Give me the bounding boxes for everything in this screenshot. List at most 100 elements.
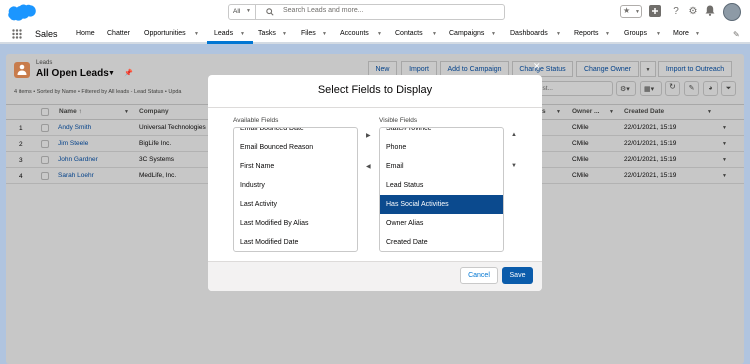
row-actions-chevron-icon[interactable]: ▼ [722, 125, 727, 131]
move-up-arrow-icon[interactable]: ▲ [511, 132, 517, 138]
visible-field-option-selected[interactable]: Has Social Activities [380, 195, 503, 214]
row-number: 2 [19, 141, 23, 148]
nav-item-files[interactable]: Files [301, 30, 316, 37]
more-actions-button[interactable]: ▼ [640, 61, 656, 77]
available-field-option[interactable]: First Name [234, 157, 357, 176]
visible-field-option[interactable]: Lead Status [380, 176, 503, 195]
chevron-down-icon[interactable]: ▼ [282, 31, 287, 37]
nav-item-campaigns[interactable]: Campaigns [449, 30, 484, 37]
chevron-down-icon[interactable]: ▼ [194, 31, 199, 37]
close-icon[interactable]: ✕ [533, 61, 541, 72]
chevron-down-icon[interactable]: ▼ [656, 31, 661, 37]
list-search-input[interactable]: ist... [537, 81, 613, 96]
nav-item-contacts[interactable]: Contacts [395, 30, 423, 37]
change-owner-button[interactable]: Change Owner [576, 61, 639, 77]
refresh-icon[interactable]: ↻ [665, 81, 680, 96]
chevron-down-icon[interactable]: ▼ [695, 31, 700, 37]
column-header-owner[interactable]: Owner ... [572, 108, 599, 115]
row-actions-chevron-icon[interactable]: ▼ [722, 173, 727, 179]
nav-item-home[interactable]: Home [76, 30, 95, 37]
notifications-bell-icon[interactable] [703, 5, 717, 19]
row-checkbox[interactable] [41, 124, 49, 132]
display-as-table-icon[interactable]: ▦▾ [640, 81, 662, 96]
search-scope-select[interactable]: All ▼ [229, 5, 256, 19]
visible-fields-label: Visible Fields [379, 117, 418, 124]
row-actions-chevron-icon[interactable]: ▼ [722, 157, 727, 163]
select-all-checkbox[interactable] [41, 108, 49, 116]
move-down-arrow-icon[interactable]: ▼ [511, 163, 517, 169]
global-actions-icon[interactable] [648, 5, 662, 19]
user-avatar[interactable] [723, 3, 741, 21]
search-input[interactable]: Search Leads and more... [283, 7, 364, 14]
lead-name-link[interactable]: Andy Smith [58, 124, 91, 131]
charts-icon[interactable]: ◕ [703, 81, 718, 96]
save-button[interactable]: Save [502, 267, 533, 284]
owner-cell: CMile [572, 172, 589, 179]
nav-item-groups[interactable]: Groups [624, 30, 647, 37]
chevron-down-icon[interactable]: ▼ [124, 109, 129, 115]
column-header-company[interactable]: Company [139, 108, 169, 115]
chevron-down-icon[interactable]: ▼ [491, 31, 496, 37]
chevron-down-icon[interactable]: ▼ [609, 109, 614, 115]
lead-name-link[interactable]: Jim Steele [58, 140, 88, 147]
help-icon[interactable]: ? [669, 5, 683, 19]
setup-gear-icon[interactable]: ⚙ [686, 5, 700, 19]
nav-item-accounts[interactable]: Accounts [340, 30, 369, 37]
salesforce-logo-icon[interactable] [8, 3, 38, 22]
chevron-down-icon[interactable]: ▼ [108, 70, 115, 77]
row-checkbox[interactable] [41, 172, 49, 180]
visible-field-option[interactable]: Email [380, 157, 503, 176]
cancel-button[interactable]: Cancel [460, 267, 498, 284]
row-actions-chevron-icon[interactable]: ▼ [722, 141, 727, 147]
lead-name-link[interactable]: Sarah Loehr [58, 172, 94, 179]
nav-item-dashboards[interactable]: Dashboards [510, 30, 548, 37]
list-view-title[interactable]: All Open Leads [36, 68, 109, 79]
edit-list-pencil-icon[interactable]: ✎ [684, 81, 699, 96]
company-cell: BigLife Inc. [139, 140, 172, 147]
available-field-option[interactable]: Email Bounced Reason [234, 138, 357, 157]
move-to-visible-arrow-icon[interactable]: ▶ [366, 132, 371, 139]
import-to-outreach-button[interactable]: Import to Outreach [658, 61, 732, 77]
row-number: 3 [19, 157, 23, 164]
pin-icon[interactable]: 📌 [124, 69, 134, 79]
available-fields-listbox[interactable]: Email Bounced Date Email Bounced Reason … [233, 127, 358, 252]
chevron-down-icon[interactable]: ▼ [377, 31, 382, 37]
filter-icon[interactable]: ⏷ [721, 81, 736, 96]
visible-field-option[interactable]: Created Date [380, 233, 503, 251]
nav-item-tasks[interactable]: Tasks [258, 30, 276, 37]
chevron-down-icon: ▼ [246, 8, 251, 14]
available-field-option[interactable]: Last Modified Date [234, 233, 357, 251]
chevron-down-icon[interactable]: ▼ [432, 31, 437, 37]
nav-item-opportunities[interactable]: Opportunities [144, 30, 186, 37]
chevron-down-icon[interactable]: ▼ [605, 31, 610, 37]
chevron-down-icon[interactable]: ▼ [556, 31, 561, 37]
visible-field-option[interactable]: Owner Alias [380, 214, 503, 233]
column-header-name[interactable]: Name ↑ [59, 108, 82, 115]
column-header-created-date[interactable]: Created Date [624, 108, 664, 115]
modal-title: Select Fields to Display [317, 84, 433, 96]
nav-item-reports[interactable]: Reports [574, 30, 599, 37]
lead-name-link[interactable]: John Gardner [58, 156, 98, 163]
chevron-down-icon[interactable]: ▼ [322, 31, 327, 37]
row-checkbox[interactable] [41, 140, 49, 148]
move-to-available-arrow-icon[interactable]: ◀ [366, 163, 371, 170]
edit-nav-pencil-icon[interactable]: ✎ [733, 30, 740, 39]
available-field-option[interactable]: Email Bounced Date [234, 128, 357, 138]
available-field-option[interactable]: Last Activity [234, 195, 357, 214]
visible-field-option[interactable]: State/Province [380, 128, 503, 138]
row-checkbox[interactable] [41, 156, 49, 164]
app-launcher-icon[interactable] [12, 29, 22, 39]
created-date-cell: 22/01/2021, 15:19 [624, 172, 677, 179]
chevron-down-icon[interactable]: ▼ [556, 109, 561, 115]
list-settings-gear-icon[interactable]: ⚙▾ [616, 81, 636, 96]
visible-fields-listbox[interactable]: State/Province Phone Email Lead Status H… [379, 127, 504, 252]
nav-item-chatter[interactable]: Chatter [107, 30, 130, 37]
column-header-partial[interactable]: s [542, 108, 546, 115]
available-field-option[interactable]: Industry [234, 176, 357, 195]
visible-field-option[interactable]: Phone [380, 138, 503, 157]
global-search[interactable]: All ▼ Search Leads and more... [228, 4, 505, 20]
available-field-option[interactable]: Last Modified By Alias [234, 214, 357, 233]
favorites-button[interactable]: ★ ▼ [620, 5, 642, 18]
chevron-down-icon[interactable]: ▼ [707, 109, 712, 115]
nav-item-more[interactable]: More [673, 30, 689, 37]
